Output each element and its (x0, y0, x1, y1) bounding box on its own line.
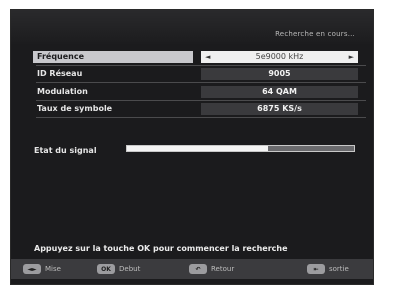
arrow-left-icon[interactable]: ◄ (205, 51, 210, 63)
back-key-icon: ↶ (189, 264, 207, 274)
screen-title: Recherche en cours... (275, 30, 355, 38)
label-network-id: ID Réseau (37, 69, 83, 78)
divider (36, 65, 366, 66)
value-modulation[interactable]: 64 QAM (201, 86, 358, 98)
footer-button-label: Retour (211, 265, 235, 273)
exit-key-icon: ⇤ (307, 264, 325, 274)
top-bar: Recherche en cours... (11, 10, 373, 44)
ok-key-icon: OK (97, 264, 115, 274)
footer-button-start[interactable]: OK Debut (97, 263, 140, 275)
footer-bar: ◄► Mise OK Debut ↶ Retour ⇤ sortie (11, 259, 373, 279)
value-network-id[interactable]: 9005 (201, 68, 358, 80)
label-modulation: Modulation (37, 87, 88, 96)
value-symbol-rate[interactable]: 6875 KS/s (201, 103, 358, 115)
divider (36, 100, 366, 101)
footer-button-move[interactable]: ◄► Mise (23, 263, 61, 275)
signal-label: Etat du signal (34, 146, 97, 155)
frequency-value: 5e9000 kHz (255, 52, 304, 61)
footer-button-label: Debut (119, 265, 141, 273)
footer-button-label: sortie (329, 265, 349, 273)
footer-button-exit[interactable]: ⇤ sortie (307, 263, 349, 275)
footer-button-back[interactable]: ↶ Retour (189, 263, 234, 275)
label-frequency[interactable]: Fréquence (33, 51, 193, 63)
value-frequency[interactable]: ◄ 5e9000 kHz ► (201, 51, 358, 63)
signal-meter-fill (127, 146, 268, 151)
signal-meter (126, 145, 355, 152)
instruction-message: Appuyez sur la touche OK pour commencer … (34, 244, 288, 253)
arrow-right-icon[interactable]: ► (349, 51, 354, 63)
divider (36, 82, 366, 83)
tv-screen: Recherche en cours... Fréquence ◄ 5e9000… (10, 9, 374, 285)
label-symbol-rate: Taux de symbole (37, 104, 113, 113)
divider (36, 117, 366, 118)
footer-button-label: Mise (45, 265, 61, 273)
arrows-key-icon: ◄► (23, 264, 41, 274)
